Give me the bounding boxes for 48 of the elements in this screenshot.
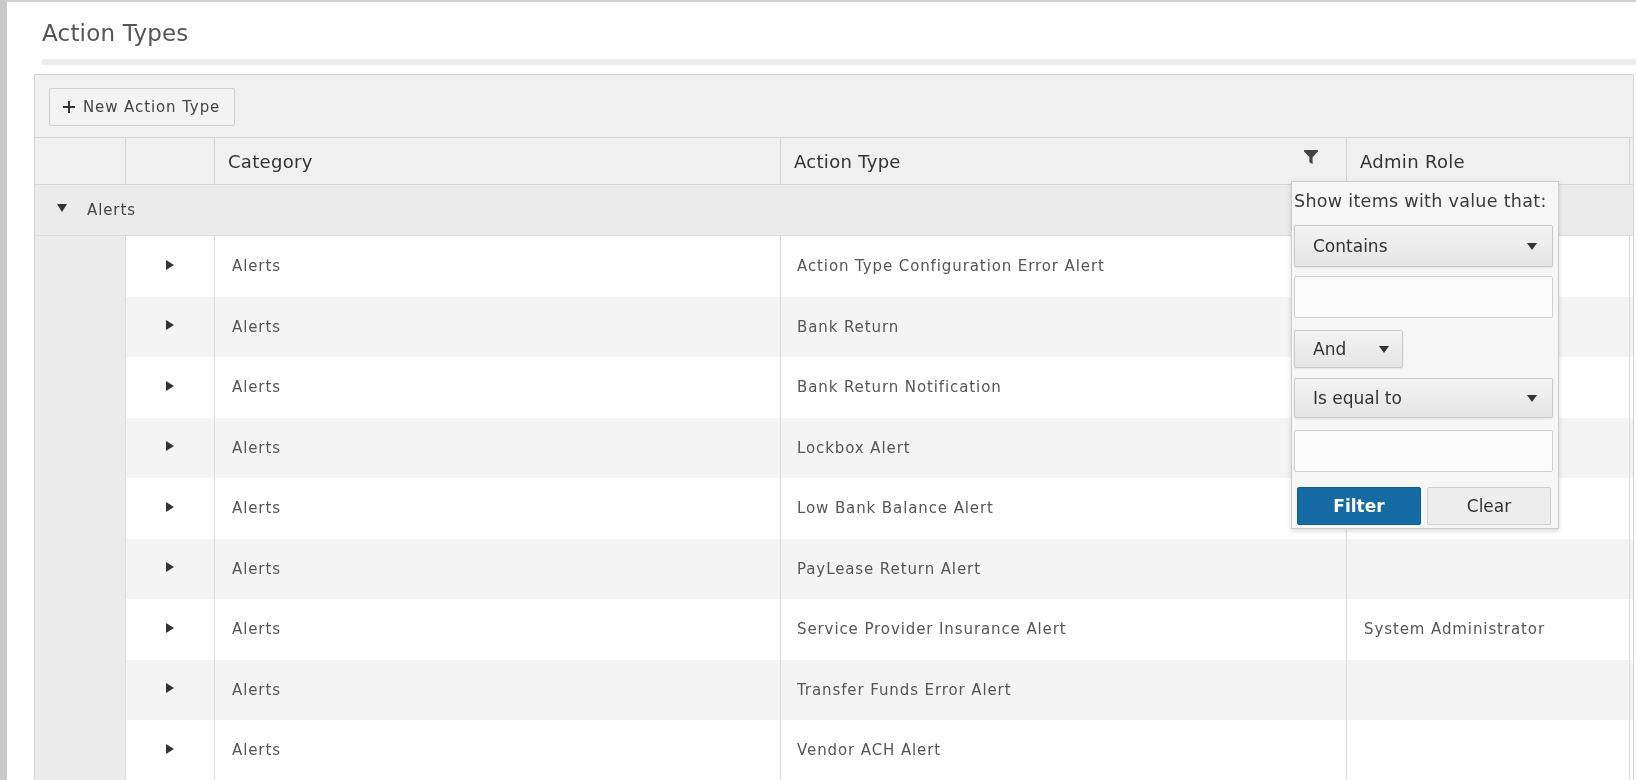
table-cell: Alerts <box>232 378 281 397</box>
operator-dropdown[interactable]: Is equal to <box>1294 378 1553 418</box>
caret-right-icon[interactable] <box>166 380 174 391</box>
table-cell: Alerts <box>232 438 281 457</box>
caret-down-icon <box>1527 242 1537 250</box>
table-cell: Alerts <box>232 620 281 639</box>
plus-icon <box>63 101 75 113</box>
caret-down-icon <box>1527 394 1537 402</box>
caret-right-icon[interactable] <box>166 622 174 633</box>
column-header[interactable]: Category <box>228 150 313 172</box>
table-cell: Vendor ACH Alert <box>797 741 942 760</box>
new-item-button[interactable]: New Action Type <box>49 88 236 126</box>
caret-right-icon[interactable] <box>166 441 174 452</box>
table-cell: Service Provider Insurance Alert <box>797 620 1067 639</box>
table-cell: Transfer Funds Error Alert <box>797 680 1012 699</box>
caret-right-icon[interactable] <box>166 683 174 694</box>
caret-down-icon[interactable] <box>57 204 67 212</box>
caret-right-icon[interactable] <box>166 259 174 270</box>
table-cell: Bank Return Notification <box>797 378 1002 397</box>
table-cell: Alerts <box>232 317 281 336</box>
group-label: Alerts <box>87 201 136 219</box>
table-cell: Alerts <box>232 559 281 578</box>
table-cell: Low Bank Balance Alert <box>797 499 994 518</box>
table-cell: Bank Return <box>797 317 900 336</box>
table-cell: Alerts <box>232 680 281 699</box>
filter-popup-title: Show items with value that: <box>1294 190 1547 213</box>
filter-icon[interactable] <box>1304 150 1318 164</box>
filter-button[interactable]: Filter <box>1297 487 1421 525</box>
clear-button[interactable]: Clear <box>1427 487 1551 525</box>
page-title: Action Types <box>42 19 189 48</box>
table-cell: Alerts <box>232 257 281 276</box>
table-cell: Alerts <box>232 499 281 518</box>
logic-dropdown[interactable]: And <box>1294 330 1403 368</box>
column-header[interactable]: Action Type <box>794 150 901 172</box>
table-cell: Lockbox Alert <box>797 438 911 457</box>
caret-down-icon <box>1379 345 1389 353</box>
caret-right-icon[interactable] <box>166 501 174 512</box>
table-cell: System Administrator <box>1364 620 1545 639</box>
caret-right-icon[interactable] <box>166 320 174 331</box>
caret-right-icon[interactable] <box>166 743 174 754</box>
table-cell: Alerts <box>232 741 281 760</box>
column-header[interactable]: Admin Role <box>1360 150 1465 172</box>
filter-value-field[interactable] <box>1294 276 1553 318</box>
caret-right-icon[interactable] <box>166 562 174 573</box>
table-cell: PayLease Return Alert <box>797 559 981 578</box>
operator-dropdown[interactable]: Contains <box>1294 225 1553 267</box>
filter-value-field[interactable] <box>1294 430 1553 472</box>
table-cell: Action Type Configuration Error Alert <box>797 257 1105 276</box>
